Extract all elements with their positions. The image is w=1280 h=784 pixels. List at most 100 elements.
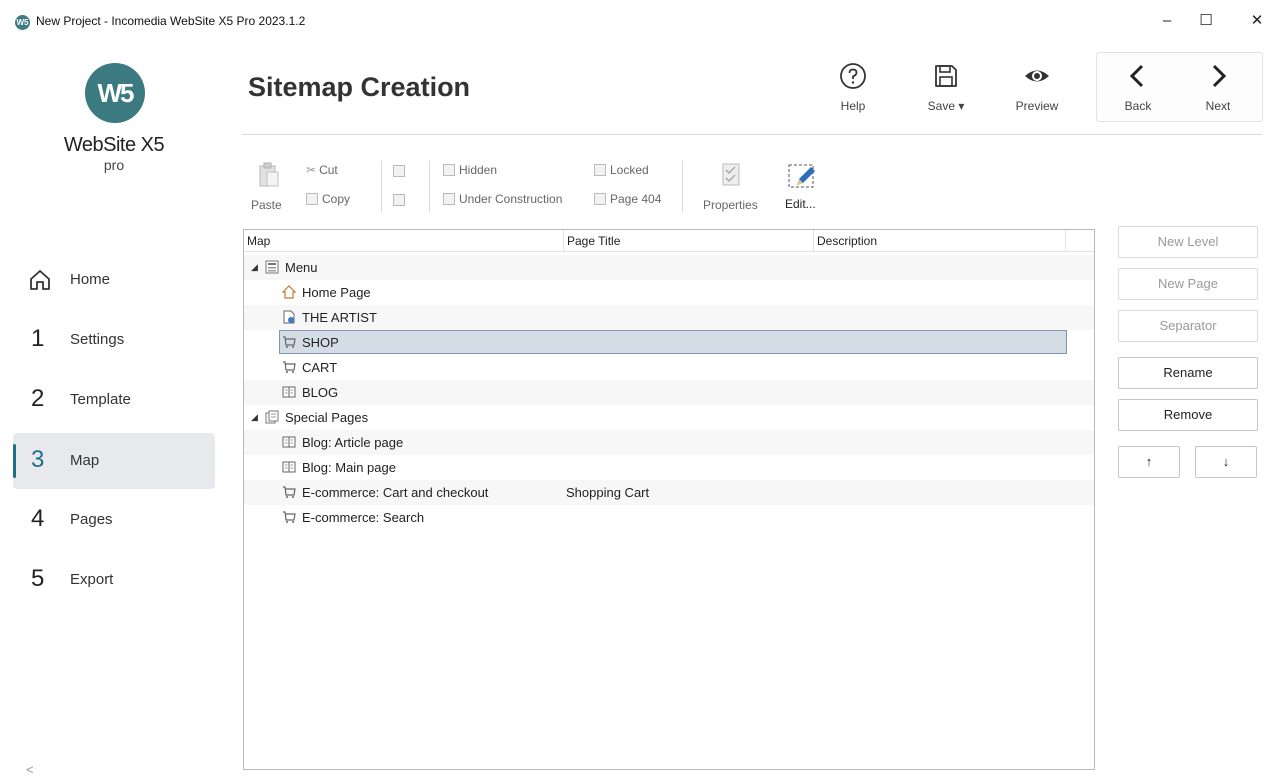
expand-arrow-icon[interactable]: ◢ (251, 412, 258, 423)
nav-item-export[interactable]: 5 Export (13, 552, 215, 608)
edit-pencil-icon (788, 164, 815, 188)
move-down-button[interactable]: ↓ (1195, 446, 1257, 478)
home-icon (282, 285, 296, 299)
nav-label-export: Export (70, 571, 114, 588)
page404-button[interactable]: Page 404 (594, 192, 661, 206)
nav-item-map[interactable]: 3 Map (13, 433, 215, 489)
next-label: Next (1205, 99, 1231, 113)
page-title: Sitemap Creation (248, 72, 471, 102)
tree-row-the-artist[interactable]: THE ARTIST (244, 305, 1094, 330)
tree-item-label: BLOG (302, 385, 339, 400)
column-header-map[interactable]: Map (244, 230, 564, 252)
page404-label: Page 404 (610, 192, 662, 206)
tree-row-blog-main-page[interactable]: Blog: Main page (244, 455, 1094, 480)
back-label: Back (1124, 99, 1152, 113)
tree-item-label: Blog: Main page (302, 460, 396, 475)
toolbar-separator (381, 161, 382, 213)
rename-button[interactable]: Rename (1118, 357, 1258, 389)
properties-button[interactable]: Properties (702, 160, 764, 214)
eye-icon (1025, 70, 1049, 82)
tree-row-cart[interactable]: CART (244, 355, 1094, 380)
nav-item-pages[interactable]: 4 Pages (13, 492, 215, 548)
tree-row-ecommerce-cart-checkout[interactable]: E-commerce: Cart and checkout Shopping C… (244, 480, 1094, 505)
scissors-icon: ✂ (306, 163, 317, 177)
column-header-page-title[interactable]: Page Title (564, 230, 814, 252)
sidebar-collapse-button[interactable]: < (26, 762, 34, 777)
remove-button[interactable]: Remove (1118, 399, 1258, 431)
outdent-button[interactable] (393, 193, 409, 207)
new-page-button[interactable]: New Page (1118, 268, 1258, 300)
help-label: Help (840, 99, 866, 113)
tree-item-label: Menu (285, 260, 318, 275)
paste-button[interactable]: Paste (250, 160, 290, 214)
tree-item-label: E-commerce: Cart and checkout (302, 485, 489, 500)
clipboard-icon (259, 162, 279, 187)
tree-row-menu[interactable]: ◢ Menu (244, 255, 1094, 280)
nav-item-home[interactable]: Home (13, 252, 215, 308)
minimize-button[interactable]: – (1147, 8, 1187, 34)
help-button[interactable]: Help (823, 60, 883, 120)
nav-label-settings: Settings (70, 331, 125, 348)
window-title: New Project - Incomedia WebSite X5 Pro 2… (36, 14, 306, 28)
page404-icon (594, 193, 606, 205)
back-button[interactable]: Back (1108, 60, 1168, 120)
hidden-page-icon (443, 164, 455, 176)
tree-item-label: Home Page (302, 285, 371, 300)
cart-icon (283, 361, 296, 373)
menu-folder-icon (265, 260, 279, 274)
app-icon: W5 (15, 15, 30, 30)
tree-row-ecommerce-search[interactable]: E-commerce: Search (244, 505, 1094, 530)
locked-page-icon (594, 164, 606, 176)
save-label: Save ▾ (927, 99, 965, 113)
outdent-icon (393, 194, 405, 206)
indent-button[interactable] (393, 164, 409, 178)
copy-icon (306, 193, 318, 205)
properties-label: Properties (703, 198, 758, 212)
page-icon (283, 310, 295, 324)
tree-row-special-pages[interactable]: ◢ Special Pages (244, 405, 1094, 430)
logo-name: WebSite X5 (63, 134, 165, 156)
nav-item-template[interactable]: 2 Template (13, 372, 215, 428)
hidden-button[interactable]: Hidden (443, 163, 497, 177)
tree-row-blog[interactable]: BLOG (244, 380, 1094, 405)
nav-num-settings: 1 (31, 325, 45, 352)
save-button[interactable]: Save ▾ (916, 60, 976, 120)
next-button[interactable]: Next (1188, 60, 1248, 120)
nav-label-home: Home (70, 271, 111, 288)
nav-label-template: Template (70, 391, 131, 408)
sidebar: W5 WebSite X5 pro Home 1 Settings 2 Temp… (0, 44, 228, 784)
copy-button[interactable]: Copy (306, 192, 350, 206)
preview-button[interactable]: Preview (1007, 60, 1067, 120)
indent-icon (393, 165, 405, 177)
toolbar-separator (429, 161, 430, 213)
cart-icon (283, 486, 296, 498)
paste-label: Paste (251, 198, 282, 212)
maximize-button[interactable]: ☐ (1186, 8, 1226, 34)
locked-button[interactable]: Locked (594, 163, 649, 177)
selection-highlight (279, 330, 1067, 354)
under-construction-label: Under Construction (459, 192, 563, 206)
header-divider (242, 134, 1262, 135)
tree-item-label: CART (302, 360, 338, 375)
nav-num-template: 2 (31, 385, 45, 412)
expand-arrow-icon[interactable]: ◢ (251, 262, 258, 273)
cut-button[interactable]: ✂ Cut (306, 163, 338, 177)
nav-item-settings[interactable]: 1 Settings (13, 312, 215, 368)
sitemap-tree[interactable]: Map Page Title Description ◢ Menu Home P… (243, 229, 1095, 770)
tree-row-shop[interactable]: SHOP (244, 330, 1094, 355)
blog-icon (282, 386, 296, 398)
move-up-button[interactable]: ↑ (1118, 446, 1180, 478)
under-construction-button[interactable]: Under Construction (443, 192, 562, 206)
toolbar-separator (682, 161, 683, 213)
column-header-description[interactable]: Description (814, 230, 1066, 252)
new-level-button[interactable]: New Level (1118, 226, 1258, 258)
tree-row-home-page[interactable]: Home Page (244, 280, 1094, 305)
copy-label: Copy (322, 192, 351, 206)
save-icon (935, 65, 957, 87)
separator-button[interactable]: Separator (1118, 310, 1258, 342)
tree-row-blog-article-page[interactable]: Blog: Article page (244, 430, 1094, 455)
edit-button[interactable]: Edit... (783, 160, 823, 214)
hidden-label: Hidden (459, 163, 498, 177)
tree-item-label: THE ARTIST (302, 310, 377, 325)
close-button[interactable]: ✕ (1237, 8, 1277, 34)
